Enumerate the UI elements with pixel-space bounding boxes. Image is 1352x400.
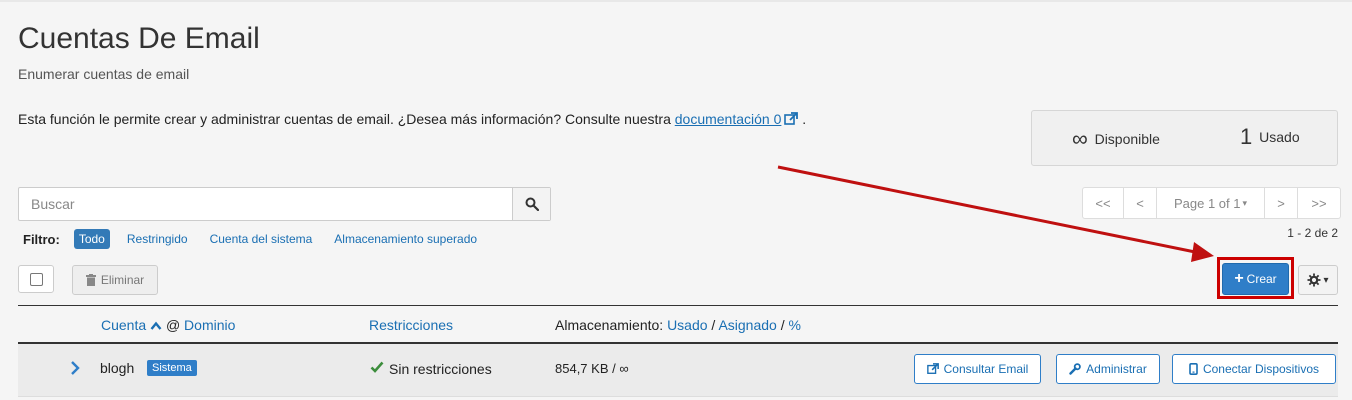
delete-button-label: Eliminar — [100, 273, 145, 287]
stats-panel: ∞ Disponible 1 Usado — [1031, 110, 1338, 166]
storage-prefix: Almacenamiento: — [555, 317, 664, 333]
create-button[interactable]: + Crear — [1222, 263, 1289, 295]
page-subtitle: Enumerar cuentas de email — [18, 66, 190, 82]
pagination: << < Page 1 of 1 ▾ > >> — [1082, 187, 1341, 219]
table-header: Cuenta @ Dominio Restricciones Almacenam… — [18, 306, 1338, 342]
table-row-border — [18, 396, 1338, 397]
slash-separator: / — [780, 317, 785, 333]
column-account-domain: Cuenta @ Dominio — [101, 317, 235, 333]
intro-text: Esta función le permite crear y administ… — [18, 111, 671, 127]
search-box — [18, 187, 551, 221]
at-sign: @ — [165, 317, 181, 333]
manage-button[interactable]: Administrar — [1056, 354, 1160, 384]
connect-devices-button[interactable]: Conectar Dispositivos — [1172, 354, 1336, 384]
connect-devices-label: Conectar Dispositivos — [1202, 362, 1320, 376]
page-prev-button[interactable]: < — [1124, 188, 1157, 218]
intro-period: . — [802, 111, 807, 127]
restrictions-value: Sin restricciones — [389, 361, 492, 377]
filter-restricted[interactable]: Restringido — [127, 232, 188, 246]
page-title: Cuentas De Email — [18, 22, 260, 55]
filter-system-account[interactable]: Cuenta del sistema — [210, 232, 313, 246]
check-icon — [370, 361, 384, 373]
sort-percent-link[interactable]: % — [789, 317, 801, 333]
stat-available: ∞ Disponible — [1072, 126, 1160, 152]
check-email-button[interactable]: Consultar Email — [914, 354, 1041, 384]
delete-button[interactable]: Eliminar — [72, 265, 158, 295]
slash-separator: / — [711, 317, 716, 333]
used-value: 1 — [1240, 124, 1253, 149]
plus-icon: + — [1234, 270, 1244, 287]
result-range: 1 - 2 de 2 — [1287, 226, 1338, 240]
documentation-link-label: documentación 0 — [674, 111, 782, 127]
account-username: blogh — [100, 360, 135, 376]
page-last-button[interactable]: >> — [1298, 188, 1340, 218]
external-link-icon[interactable] — [784, 112, 799, 126]
filter-label: Filtro: — [23, 231, 60, 247]
available-value: ∞ — [1072, 126, 1088, 151]
settings-dropdown-button[interactable]: ▾ — [1298, 265, 1338, 295]
check-email-label: Consultar Email — [943, 362, 1029, 376]
caret-down-icon: ▾ — [1323, 274, 1329, 286]
manage-label: Administrar — [1086, 362, 1147, 376]
page-next-button[interactable]: > — [1265, 188, 1298, 218]
trash-icon — [85, 274, 96, 286]
select-all-checkbox[interactable] — [30, 273, 43, 286]
caret-down-icon: ▾ — [1242, 197, 1248, 208]
documentation-link[interactable]: documentación 0 — [675, 111, 782, 127]
wrench-icon — [1069, 363, 1081, 375]
sort-assigned-link[interactable]: Asignado — [718, 317, 776, 333]
page-select[interactable]: Page 1 of 1 ▾ — [1157, 188, 1265, 218]
filter-bar: Filtro: Todo Restringido Cuenta del sist… — [23, 229, 499, 249]
system-badge: Sistema — [147, 360, 197, 376]
search-button[interactable] — [512, 188, 550, 220]
table-row: blogh Sistema Sin restricciones 854,7 KB… — [18, 344, 1338, 396]
sort-up-icon[interactable] — [150, 321, 162, 330]
sort-domain-link[interactable]: Dominio — [184, 317, 235, 333]
sort-account-link[interactable]: Cuenta — [101, 317, 146, 333]
sort-restrictions-link[interactable]: Restricciones — [369, 317, 453, 333]
sort-used-link[interactable]: Usado — [667, 317, 707, 333]
filter-storage-exceeded[interactable]: Almacenamiento superado — [334, 232, 477, 246]
available-label: Disponible — [1094, 131, 1160, 147]
chevron-right-icon[interactable] — [70, 360, 80, 376]
search-icon — [525, 197, 539, 211]
search-input[interactable] — [19, 188, 513, 220]
select-all-checkbox-wrapper — [18, 265, 54, 293]
page-first-button[interactable]: << — [1083, 188, 1124, 218]
page-select-label: Page 1 of 1 — [1173, 195, 1241, 211]
column-storage: Almacenamiento: Usado / Asignado / % — [555, 317, 801, 333]
top-border — [0, 0, 1352, 2]
stat-used: 1 Usado — [1240, 124, 1300, 150]
used-label: Usado — [1259, 129, 1300, 145]
create-button-label: Crear — [1246, 272, 1277, 286]
external-link-icon — [926, 363, 939, 374]
intro-paragraph: Esta función le permite crear y administ… — [18, 111, 806, 127]
storage-value: 854,7 KB / ∞ — [555, 361, 629, 376]
filter-all[interactable]: Todo — [73, 229, 110, 249]
phone-icon — [1189, 363, 1198, 375]
gear-icon — [1307, 273, 1321, 287]
